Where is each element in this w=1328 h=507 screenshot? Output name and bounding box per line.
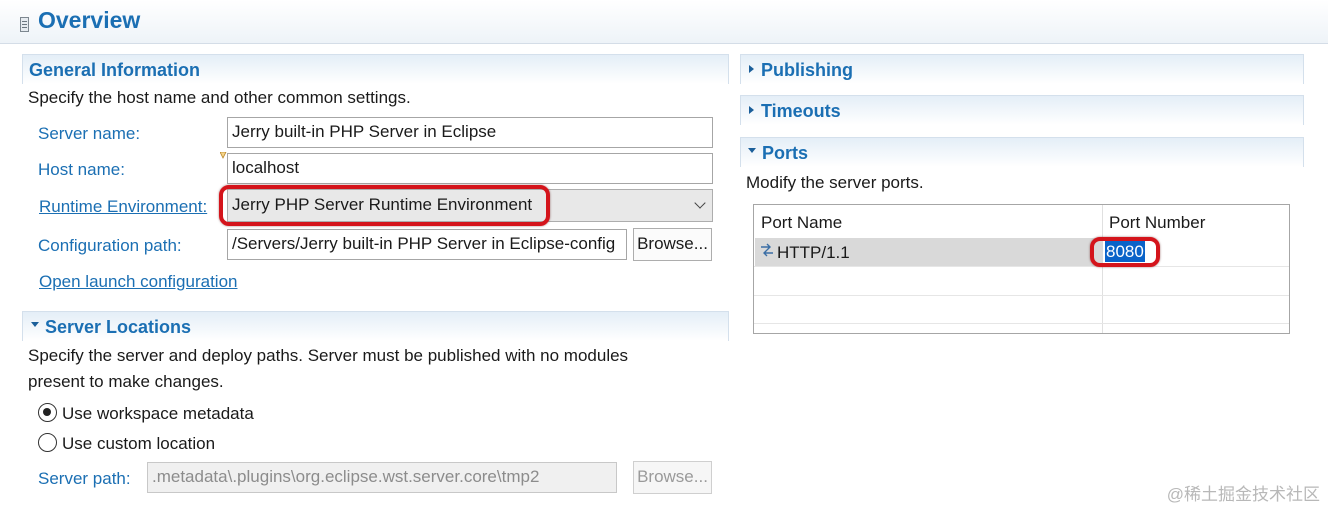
server-name-input[interactable]: Jerry built-in PHP Server in Eclipse <box>227 117 713 148</box>
section-title: Publishing <box>761 60 853 80</box>
highlight-box <box>219 185 550 226</box>
page-icon <box>20 17 29 32</box>
host-name-input[interactable]: localhost <box>227 153 713 184</box>
protocol-icon <box>761 243 773 257</box>
locations-description-line2: present to make changes. <box>28 372 224 391</box>
chevron-down-icon[interactable] <box>694 197 706 209</box>
ports-description: Modify the server ports. <box>746 173 924 192</box>
section-title: Server Locations <box>45 317 192 337</box>
row-separator <box>754 323 1289 324</box>
open-launch-configuration-link[interactable]: Open launch configuration <box>39 272 237 292</box>
column-separator <box>1102 205 1103 333</box>
section-header[interactable]: Publishing <box>740 54 1304 84</box>
port-name-cell[interactable]: HTTP/1.1 <box>777 243 850 263</box>
browse-server-path-button[interactable]: Browse... <box>633 461 712 494</box>
watermark: @稀土掘金技术社区 <box>1166 485 1320 504</box>
general-description: Specify the host name and other common s… <box>28 88 411 107</box>
publishing-section: Publishing <box>740 54 1304 84</box>
section-title: Timeouts <box>761 101 841 121</box>
timeouts-section: Timeouts <box>740 95 1304 125</box>
section-title: General Information <box>29 60 201 80</box>
configuration-path-input[interactable]: /Servers/Jerry built-in PHP Server in Ec… <box>227 229 627 260</box>
server-path-label: Server path: <box>38 469 131 488</box>
runtime-environment-link[interactable]: Runtime Environment: <box>39 197 207 217</box>
use-workspace-radio[interactable] <box>38 403 57 422</box>
editor-header: Overview <box>0 0 1328 44</box>
ports-section: Ports <box>740 137 1304 167</box>
host-name-label: Host name: <box>38 160 125 179</box>
twisty-expanded-icon[interactable] <box>31 322 39 327</box>
row-separator <box>754 295 1289 296</box>
configuration-path-label: Configuration path: <box>38 236 182 255</box>
server-name-label: Server name: <box>38 124 141 143</box>
row-separator <box>754 266 1289 267</box>
use-custom-label[interactable]: Use custom location <box>62 434 215 454</box>
section-header[interactable]: Timeouts <box>740 95 1304 125</box>
column-header-port-number[interactable]: Port Number <box>1109 213 1205 233</box>
use-custom-radio[interactable] <box>38 433 57 452</box>
highlight-box <box>1090 237 1160 267</box>
twisty-expanded-icon[interactable] <box>748 148 756 153</box>
server-path-input[interactable]: .metadata\.plugins\org.eclipse.wst.serve… <box>147 462 617 493</box>
section-header: General Information <box>22 54 729 84</box>
use-workspace-label[interactable]: Use workspace metadata <box>62 404 254 424</box>
browse-config-button[interactable]: Browse... <box>633 228 712 261</box>
twisty-collapsed-icon[interactable] <box>749 65 754 73</box>
twisty-collapsed-icon[interactable] <box>749 106 754 114</box>
section-title: Ports <box>762 143 809 163</box>
section-header[interactable]: Ports <box>740 137 1304 167</box>
section-header[interactable]: Server Locations <box>22 311 729 341</box>
locations-description-line1: Specify the server and deploy paths. Ser… <box>28 346 629 365</box>
column-header-port-name[interactable]: Port Name <box>761 213 842 233</box>
page-title: Overview <box>38 7 141 33</box>
decoration-icon <box>220 152 227 159</box>
